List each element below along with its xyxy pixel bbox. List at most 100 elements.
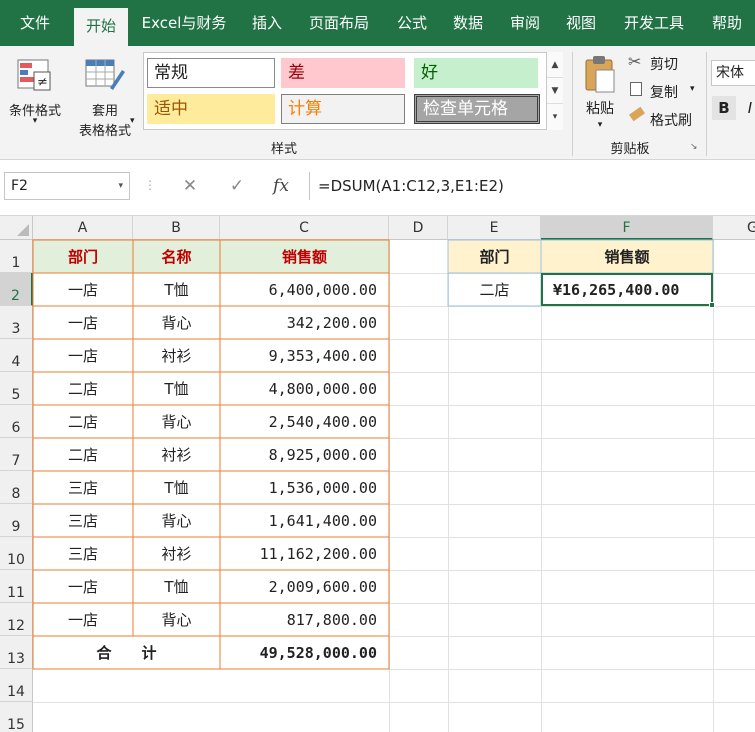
fill-handle[interactable]	[709, 302, 715, 308]
criteria-header-dept[interactable]: 部门	[448, 240, 541, 273]
table-cell-sales[interactable]: 11,162,200.00	[220, 537, 389, 570]
criteria-dept-value[interactable]: 二店	[448, 273, 541, 306]
tab-formulas[interactable]: 公式	[388, 0, 436, 46]
italic-button[interactable]: I	[740, 96, 755, 120]
row-header-2[interactable]: 2	[0, 273, 33, 306]
column-header-e[interactable]: E	[448, 216, 541, 240]
conditional-format-button[interactable]: ≠ 条件格式 ▾	[2, 52, 68, 132]
row-header-15[interactable]: 15	[0, 702, 33, 732]
tab-insert[interactable]: 插入	[242, 0, 292, 46]
table-cell-sales[interactable]: 1,641,400.00	[220, 504, 389, 537]
table-cell-name[interactable]: 衬衫	[133, 537, 220, 570]
style-bad[interactable]: 差	[281, 58, 405, 88]
row-header-1[interactable]: 1	[0, 240, 33, 273]
copy-button[interactable]: 复制 ▾	[628, 80, 702, 102]
table-cell-sales[interactable]: 9,353,400.00	[220, 339, 389, 372]
font-name-box[interactable]: 宋体	[711, 60, 755, 86]
format-painter-button[interactable]: 格式刷	[628, 106, 702, 130]
table-header-dept[interactable]: 部门	[33, 240, 133, 273]
cancel-formula-button[interactable]: ✕	[175, 172, 205, 200]
scroll-up-icon[interactable]: ▲	[547, 52, 563, 78]
drag-handle-icon[interactable]: ⋮	[144, 178, 156, 192]
insert-function-button[interactable]: fx	[266, 172, 296, 200]
table-cell-name[interactable]: T恤	[133, 273, 220, 306]
style-normal[interactable]: 常规	[147, 58, 275, 88]
table-cell-name[interactable]: T恤	[133, 372, 220, 405]
table-cell-dept[interactable]: 一店	[33, 306, 133, 339]
style-check-cell[interactable]: 检查单元格	[414, 94, 540, 124]
table-cell-name[interactable]: 背心	[133, 405, 220, 438]
table-cell-name[interactable]: T恤	[133, 471, 220, 504]
table-cell-dept[interactable]: 一店	[33, 603, 133, 636]
tab-data[interactable]: 数据	[444, 0, 492, 46]
worksheet-grid[interactable]: A B C D E F G 1 2 3 4 5 6 7 8 9 10 11 12…	[0, 216, 755, 732]
select-all-button[interactable]	[0, 216, 33, 240]
formula-input[interactable]: =DSUM(A1:C12,3,E1:E2)	[309, 172, 755, 200]
table-cell-name[interactable]: 背心	[133, 504, 220, 537]
table-cell-dept[interactable]: 二店	[33, 438, 133, 471]
column-header-d[interactable]: D	[389, 216, 448, 240]
total-label[interactable]: 合 计	[33, 636, 220, 669]
table-cell-sales[interactable]: 6,400,000.00	[220, 273, 389, 306]
cut-button[interactable]: ✂ 剪切	[628, 52, 702, 74]
tab-home[interactable]: 开始	[74, 8, 128, 46]
row-header-12[interactable]: 12	[0, 603, 33, 636]
total-value[interactable]: 49,528,000.00	[220, 636, 389, 669]
table-cell-sales[interactable]: 8,925,000.00	[220, 438, 389, 471]
table-cell-sales[interactable]: 817,800.00	[220, 603, 389, 636]
row-header-10[interactable]: 10	[0, 537, 33, 570]
table-cell-dept[interactable]: 三店	[33, 504, 133, 537]
column-header-a[interactable]: A	[33, 216, 133, 240]
table-cell-name[interactable]: 衬衫	[133, 339, 220, 372]
scroll-down-icon[interactable]: ▼	[547, 78, 563, 104]
criteria-header-sales[interactable]: 销售额	[541, 240, 713, 273]
table-cell-dept[interactable]: 一店	[33, 339, 133, 372]
enter-formula-button[interactable]: ✓	[222, 172, 252, 200]
tab-help[interactable]: 帮助	[704, 0, 750, 46]
tab-developer[interactable]: 开发工具	[614, 0, 694, 46]
row-header-5[interactable]: 5	[0, 372, 33, 405]
table-cell-sales[interactable]: 2,009,600.00	[220, 570, 389, 603]
table-cell-sales[interactable]: 1,536,000.00	[220, 471, 389, 504]
table-cell-sales[interactable]: 4,800,000.00	[220, 372, 389, 405]
tab-file[interactable]: 文件	[8, 0, 62, 46]
table-cell-name[interactable]: 衬衫	[133, 438, 220, 471]
table-cell-dept[interactable]: 三店	[33, 471, 133, 504]
row-header-7[interactable]: 7	[0, 438, 33, 471]
table-cell-name[interactable]: T恤	[133, 570, 220, 603]
tab-excel-finance[interactable]: Excel与财务	[136, 0, 232, 46]
paste-button[interactable]: 粘贴 ▾	[578, 52, 622, 132]
table-cell-sales[interactable]: 342,200.00	[220, 306, 389, 339]
row-header-4[interactable]: 4	[0, 339, 33, 372]
column-header-b[interactable]: B	[133, 216, 220, 240]
row-header-9[interactable]: 9	[0, 504, 33, 537]
table-cell-dept[interactable]: 二店	[33, 372, 133, 405]
row-header-6[interactable]: 6	[0, 405, 33, 438]
column-header-f[interactable]: F	[541, 216, 713, 240]
table-cell-dept[interactable]: 二店	[33, 405, 133, 438]
row-header-11[interactable]: 11	[0, 570, 33, 603]
style-good[interactable]: 好	[414, 58, 538, 88]
tab-review[interactable]: 审阅	[502, 0, 548, 46]
table-cell-dept[interactable]: 一店	[33, 570, 133, 603]
column-header-c[interactable]: C	[220, 216, 389, 240]
bold-button[interactable]: B	[712, 96, 736, 120]
column-header-g[interactable]: G	[713, 216, 755, 240]
row-header-14[interactable]: 14	[0, 669, 33, 702]
table-header-sales[interactable]: 销售额	[220, 240, 389, 273]
dialog-launcher-icon[interactable]: ↘	[690, 142, 698, 152]
row-header-3[interactable]: 3	[0, 306, 33, 339]
tab-page-layout[interactable]: 页面布局	[300, 0, 378, 46]
gallery-more-icon[interactable]: ▾	[547, 104, 563, 130]
tab-view[interactable]: 视图	[558, 0, 604, 46]
row-header-8[interactable]: 8	[0, 471, 33, 504]
result-cell-f2[interactable]: ¥16,265,400.00	[541, 273, 713, 306]
table-cell-name[interactable]: 背心	[133, 603, 220, 636]
table-cell-sales[interactable]: 2,540,400.00	[220, 405, 389, 438]
row-header-13[interactable]: 13	[0, 636, 33, 669]
style-calculation[interactable]: 计算	[281, 94, 405, 124]
table-cell-dept[interactable]: 三店	[33, 537, 133, 570]
style-neutral[interactable]: 适中	[147, 94, 275, 124]
name-box[interactable]: F2 ▾	[4, 172, 130, 200]
table-cell-dept[interactable]: 一店	[33, 273, 133, 306]
